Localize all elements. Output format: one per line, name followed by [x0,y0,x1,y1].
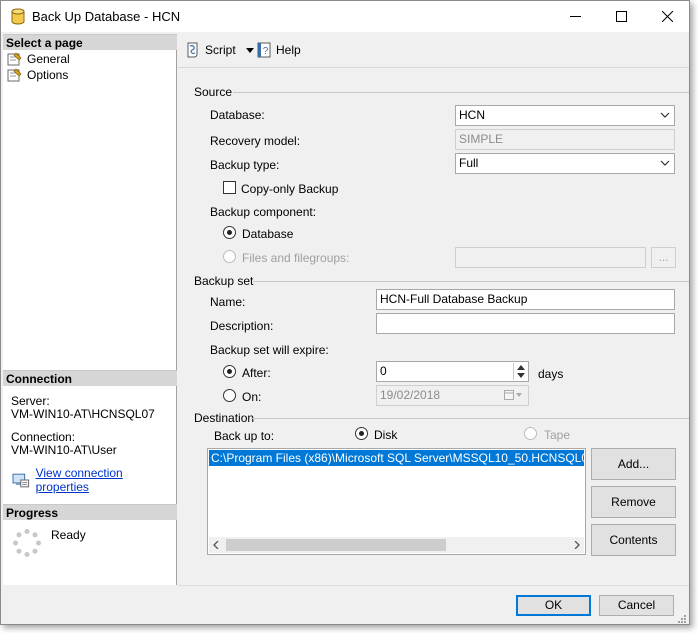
chevron-left-icon[interactable] [213,541,219,549]
resize-grip-icon[interactable] [676,613,687,624]
chevron-down-icon [660,160,670,166]
contents-button[interactable]: Contents [591,524,676,556]
expire-date-picker[interactable]: 19/02/2018 [376,385,529,406]
page-item-general[interactable]: General [7,51,70,67]
section-divider [251,418,689,419]
recovery-model-label: Recovery model: [210,134,301,148]
recovery-model-field: SIMPLE [455,129,675,150]
horizontal-scrollbar[interactable] [209,537,584,553]
add-button[interactable]: Add... [591,448,676,480]
chevron-right-icon[interactable] [574,541,580,549]
tape-radio[interactable] [524,427,537,440]
description-label: Description: [210,319,274,333]
section-divider [253,281,689,282]
progress-spinner-icon [13,529,41,557]
copy-only-label[interactable]: Copy-only Backup [241,182,338,196]
close-icon [661,11,673,22]
expire-on-radio[interactable] [223,389,236,402]
help-button[interactable]: ? Help [256,41,301,59]
name-label: Name: [210,295,246,309]
view-connection-properties-link[interactable]: View connection properties [36,466,176,494]
left-pane: Select a page General Options Connection… [3,34,177,585]
expire-after-radio[interactable] [223,365,236,378]
backup-type-label: Backup type: [210,158,280,172]
destination-list-item[interactable]: C:\Program Files (x86)\Microsoft SQL Ser… [209,450,584,466]
minimize-button[interactable] [552,1,598,32]
chevron-down-icon[interactable] [245,47,254,53]
browse-filegroups-button[interactable]: ... [651,247,676,268]
backup-component-label: Backup component: [210,205,317,219]
database-value: HCN [459,108,485,122]
expire-date-value: 19/02/2018 [380,388,441,402]
window-title: Back Up Database - HCN [32,9,181,24]
ok-button[interactable]: OK [516,595,591,616]
select-page-header: Select a page [3,34,177,50]
title-bar[interactable]: Back Up Database - HCN [1,1,689,32]
page-wrench-icon [7,52,22,66]
cancel-button[interactable]: Cancel [599,595,674,616]
close-button[interactable] [644,1,690,32]
backup-type-value: Full [459,156,479,170]
scrollbar-thumb[interactable] [226,539,446,551]
page-item-label: Options [27,68,69,82]
tape-label[interactable]: Tape [544,428,570,442]
on-label[interactable]: On: [242,390,261,404]
component-database-label[interactable]: Database [242,227,293,241]
script-icon [187,42,198,58]
connection-value: VM-WIN10-AT\User [11,443,117,457]
disk-label[interactable]: Disk [374,428,397,442]
database-combo[interactable]: HCN [455,105,675,126]
database-icon [11,8,25,25]
component-files-radio[interactable] [223,250,236,263]
disk-radio[interactable] [355,427,368,440]
script-button[interactable]: Script [185,41,254,59]
backup-set-section-header: Backup set [194,274,254,288]
expire-label: Backup set will expire: [210,343,329,357]
minimize-icon [569,16,581,17]
backup-to-label: Back up to: [214,429,275,443]
destination-list[interactable]: C:\Program Files (x86)\Microsoft SQL Ser… [207,448,586,555]
view-connection-properties[interactable]: View connection properties [12,466,176,494]
chevron-up-icon[interactable] [517,365,525,370]
page-wrench-icon [7,68,22,82]
after-label[interactable]: After: [242,366,271,380]
footer-divider [178,585,689,586]
copy-only-checkbox[interactable] [223,181,236,194]
component-database-radio[interactable] [223,226,236,239]
after-days-value: 0 [380,364,387,378]
maximize-icon [615,11,627,22]
remove-button[interactable]: Remove [591,486,676,518]
backup-type-combo[interactable]: Full [455,153,675,174]
chevron-down-icon [660,112,670,118]
svg-text:?: ? [263,46,269,57]
destination-section-header: Destination [194,411,255,425]
page-item-options[interactable]: Options [7,67,68,83]
stepper-arrows[interactable] [513,363,527,380]
help-label: Help [276,43,301,57]
description-input[interactable] [376,313,675,334]
progress-header: Progress [3,504,177,520]
calendar-icon [504,390,522,400]
backup-name-input[interactable]: HCN-Full Database Backup [376,289,675,310]
component-files-label[interactable]: Files and filegroups: [242,251,349,265]
toolbar: Script ? Help [178,34,689,68]
filegroups-field [455,247,646,268]
help-book-icon: ? [257,42,271,58]
script-label: Script [205,43,236,57]
server-value: VM-WIN10-AT\HCNSQL07 [11,407,155,421]
days-label: days [538,367,564,381]
backup-dialog: Back Up Database - HCN Select a page Gen… [0,0,690,625]
section-divider [233,92,689,93]
maximize-button[interactable] [598,1,644,32]
source-section-header: Source [194,85,233,99]
database-label: Database: [210,108,265,122]
chevron-down-icon[interactable] [517,373,525,378]
properties-icon [12,473,30,487]
after-days-stepper[interactable]: 0 [376,361,529,382]
connection-header: Connection [3,370,177,386]
progress-status: Ready [51,528,86,542]
page-item-label: General [27,52,70,66]
